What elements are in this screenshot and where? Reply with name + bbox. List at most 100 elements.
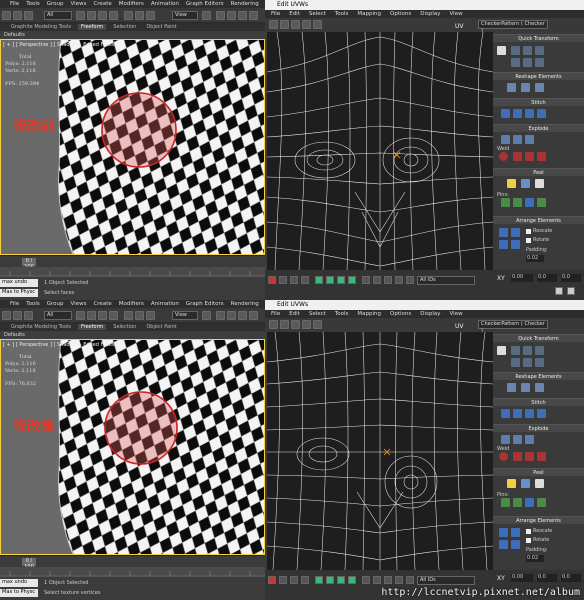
time-slider[interactable]: 0 / 100 bbox=[0, 255, 265, 270]
lock-selection-icon[interactable] bbox=[384, 276, 392, 284]
space-vertical-icon[interactable] bbox=[523, 358, 532, 367]
v-spinner[interactable]: 0.0 bbox=[537, 574, 557, 582]
time-slider[interactable]: 0 / 100 bbox=[0, 555, 265, 570]
uvw-menu-display[interactable]: Display bbox=[420, 311, 440, 317]
snap-icon[interactable] bbox=[216, 311, 225, 320]
pack-together-icon[interactable] bbox=[499, 540, 508, 549]
align-horizontal-icon[interactable] bbox=[511, 46, 520, 55]
tab-object-paint[interactable]: Object Paint bbox=[143, 24, 179, 30]
pin-icon[interactable] bbox=[501, 498, 510, 507]
break-icon[interactable] bbox=[501, 135, 510, 144]
uv-rotate-icon[interactable] bbox=[280, 320, 289, 329]
texture-dropdown[interactable]: CheckerPattern ( Checker ) bbox=[478, 320, 548, 334]
select-object-icon[interactable] bbox=[76, 311, 85, 320]
section-arrange-elements[interactable]: Arrange Elements bbox=[493, 216, 584, 224]
section-arrange-elements[interactable]: Arrange Elements bbox=[493, 516, 584, 524]
frame-counter[interactable]: 0 / 100 bbox=[22, 558, 36, 570]
maxscript-listener-line1[interactable]: max undo bbox=[0, 279, 38, 287]
space-vertical-icon[interactable] bbox=[523, 58, 532, 67]
maxscript-listener-line1[interactable]: max undo bbox=[0, 579, 38, 587]
menu-group[interactable]: Group bbox=[47, 1, 64, 7]
space-horizontal-icon[interactable] bbox=[535, 58, 544, 67]
shrink-selection-icon[interactable] bbox=[326, 576, 334, 584]
pack-custom-icon[interactable] bbox=[511, 528, 520, 537]
rescale-checkbox[interactable] bbox=[526, 529, 531, 534]
uvw-menu-file[interactable]: File bbox=[271, 311, 280, 317]
pack-normalize-icon[interactable] bbox=[499, 528, 508, 537]
hide-icon[interactable] bbox=[395, 576, 403, 584]
relax-icon[interactable] bbox=[521, 383, 530, 392]
menu-views[interactable]: Views bbox=[71, 301, 87, 307]
pivot-grid-icon[interactable] bbox=[497, 346, 506, 355]
uvw-menu-view[interactable]: View bbox=[450, 11, 463, 17]
flatten-settings-icon[interactable] bbox=[525, 135, 534, 144]
section-peel[interactable]: Peel bbox=[493, 468, 584, 476]
menu-modifiers[interactable]: Modifiers bbox=[119, 1, 144, 7]
tab-graphite-modeling-tools[interactable]: Graphite Modeling Tools bbox=[8, 24, 74, 30]
menu-modifiers[interactable]: Modifiers bbox=[119, 301, 144, 307]
select-by-name-icon[interactable] bbox=[87, 11, 96, 20]
stitch-average-icon[interactable] bbox=[513, 109, 522, 118]
uvw-menu-select[interactable]: Select bbox=[309, 11, 326, 17]
zoom-icon[interactable] bbox=[555, 287, 563, 295]
break-selection-icon[interactable] bbox=[268, 576, 276, 584]
perspective-viewport[interactable]: [ + ] [ Perspective ] [ Shaded + Edged F… bbox=[0, 339, 265, 555]
stitch-average-icon[interactable] bbox=[513, 409, 522, 418]
break-icon[interactable] bbox=[501, 435, 510, 444]
vertex-mode-icon[interactable] bbox=[279, 576, 287, 584]
section-stitch[interactable]: Stitch bbox=[493, 98, 584, 106]
polygon-mode-icon[interactable] bbox=[301, 276, 309, 284]
percent-snap-icon[interactable] bbox=[238, 311, 247, 320]
tab-freeform[interactable]: Freeform bbox=[78, 24, 107, 30]
pack-custom-icon[interactable] bbox=[511, 228, 520, 237]
weld-all-icon[interactable] bbox=[537, 452, 546, 461]
reference-coord-dropdown[interactable]: View bbox=[172, 11, 198, 20]
flatten-settings-icon[interactable] bbox=[525, 435, 534, 444]
redo-icon[interactable] bbox=[13, 11, 22, 20]
menu-animation[interactable]: Animation bbox=[151, 1, 179, 7]
track-bar[interactable] bbox=[0, 567, 265, 577]
reset-peel-icon[interactable] bbox=[535, 179, 544, 188]
grow-selection-icon[interactable] bbox=[315, 576, 323, 584]
uvw-menu-view[interactable]: View bbox=[450, 311, 463, 317]
section-explode[interactable]: Explode bbox=[493, 424, 584, 432]
move-icon[interactable] bbox=[124, 11, 133, 20]
menu-graph-editors[interactable]: Graph Editors bbox=[186, 1, 224, 7]
v-spinner[interactable]: 0.0 bbox=[537, 274, 557, 282]
straighten-icon[interactable] bbox=[507, 383, 516, 392]
relax-icon[interactable] bbox=[521, 83, 530, 92]
undo-icon[interactable] bbox=[2, 311, 11, 320]
flatten-icon[interactable] bbox=[513, 135, 522, 144]
weld-selected-icon[interactable] bbox=[513, 452, 522, 461]
auto-pin-icon[interactable] bbox=[525, 498, 534, 507]
select-by-name-icon[interactable] bbox=[87, 311, 96, 320]
weld-threshold-icon[interactable] bbox=[525, 152, 534, 161]
u-spinner[interactable]: 0.00 bbox=[511, 274, 533, 282]
lock-selection-icon[interactable] bbox=[384, 576, 392, 584]
peel-mode-icon[interactable] bbox=[521, 479, 530, 488]
angle-snap-icon[interactable] bbox=[227, 11, 236, 20]
rect-selection-icon[interactable] bbox=[98, 11, 107, 20]
menu-animation[interactable]: Animation bbox=[151, 301, 179, 307]
spinner-snap-icon[interactable] bbox=[249, 311, 258, 320]
unpin-icon[interactable] bbox=[513, 198, 522, 207]
ring-icon[interactable] bbox=[348, 276, 356, 284]
pin-icon[interactable] bbox=[501, 198, 510, 207]
uvw-menu-mapping[interactable]: Mapping bbox=[357, 11, 381, 17]
align-to-edge-icon[interactable] bbox=[511, 358, 520, 367]
pivot-grid-icon[interactable] bbox=[497, 46, 506, 55]
weld-threshold-icon[interactable] bbox=[525, 452, 534, 461]
uv-mirror-icon[interactable] bbox=[313, 320, 322, 329]
edge-mode-icon[interactable] bbox=[290, 576, 298, 584]
rotate-icon[interactable] bbox=[135, 311, 144, 320]
rescale-checkbox[interactable] bbox=[526, 229, 531, 234]
align-horizontal-icon[interactable] bbox=[511, 346, 520, 355]
section-reshape-elements[interactable]: Reshape Elements bbox=[493, 72, 584, 80]
tab-selection[interactable]: Selection bbox=[110, 24, 139, 30]
angle-snap-icon[interactable] bbox=[227, 311, 236, 320]
soft-selection-icon[interactable] bbox=[362, 276, 370, 284]
snap-icon[interactable] bbox=[216, 11, 225, 20]
loop-icon[interactable] bbox=[337, 576, 345, 584]
section-quick-transform[interactable]: Quick Transform bbox=[493, 334, 584, 342]
grow-selection-icon[interactable] bbox=[315, 276, 323, 284]
